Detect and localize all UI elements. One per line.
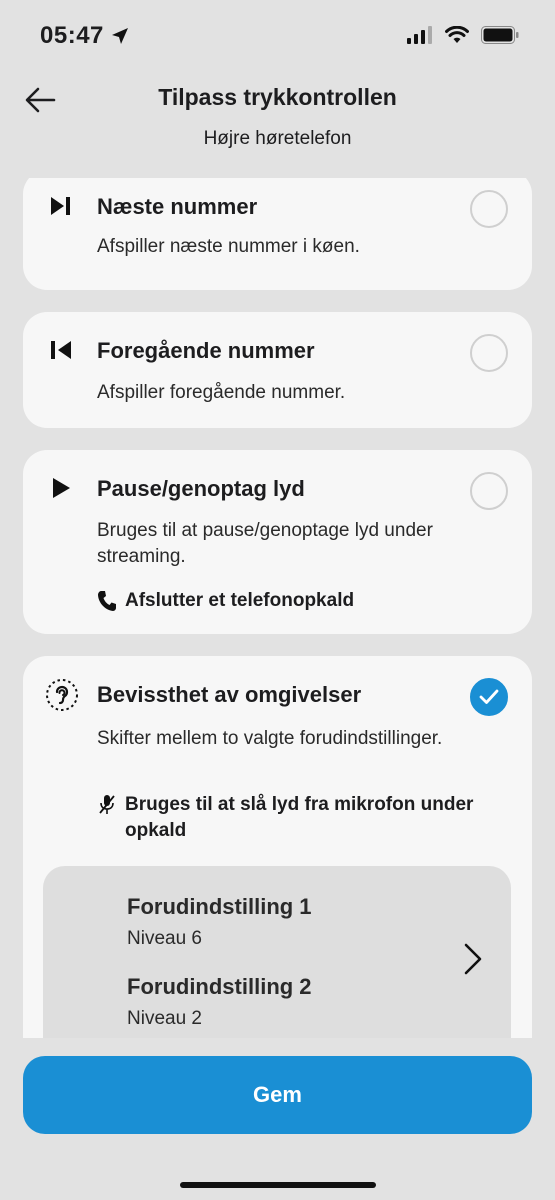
footer: Gem (0, 1038, 555, 1200)
phone-icon (98, 591, 116, 611)
options-list[interactable]: Næste nummer Afspiller næste nummer i kø… (0, 178, 555, 1038)
status-bar: 05:47 (0, 0, 555, 72)
option-card-previous-track[interactable]: Foregående nummer Afspiller foregående n… (23, 312, 532, 428)
preset-selector[interactable]: Forudindstilling 1 Niveau 6 Forudindstil… (43, 866, 511, 1038)
option-description: Bruges til at pause/genoptage lyd under … (97, 520, 433, 567)
status-icons (407, 26, 519, 44)
page-subtitle: Højre høretelefon (203, 128, 352, 149)
option-title: Pause/genoptag lyd (97, 476, 305, 501)
preset-1-level: Niveau 6 (127, 928, 202, 949)
next-track-icon (47, 192, 75, 220)
page-title: Tilpass trykkontrollen (158, 84, 397, 110)
option-description: Afspiller næste nummer i køen. (97, 236, 360, 257)
option-note: Bruges til at slå lyd fra mikrofon under… (97, 792, 497, 844)
chevron-right-icon (464, 943, 482, 975)
option-note: Afslutter et telefonopkald (97, 588, 497, 614)
header: Tilpass trykkontrollen Højre høretelefon (0, 72, 555, 172)
option-note-text: Bruges til at slå lyd fra mikrofon under… (125, 794, 474, 841)
radio-play-pause[interactable] (470, 472, 508, 510)
status-time: 05:47 (40, 22, 130, 50)
preset-2-level: Niveau 2 (127, 1008, 202, 1029)
wifi-icon (445, 26, 469, 43)
option-description: Skifter mellem to valgte forudindstillin… (97, 728, 443, 749)
option-description: Afspiller foregående nummer. (97, 382, 346, 403)
ambient-awareness-icon (45, 678, 79, 712)
option-title: Bevissthet av omgivelser (97, 682, 362, 707)
option-note-text: Afslutter et telefonopkald (125, 590, 355, 611)
preset-1-name: Forudindstilling 1 (127, 894, 312, 919)
option-title: Foregående nummer (97, 338, 315, 363)
status-time-text: 05:47 (40, 22, 104, 49)
play-icon (47, 474, 75, 502)
mic-off-icon (99, 795, 115, 814)
cellular-signal-icon (407, 26, 432, 44)
option-card-next-track[interactable]: Næste nummer Afspiller næste nummer i kø… (23, 178, 532, 290)
battery-icon (481, 26, 519, 44)
save-button[interactable]: Gem (23, 1056, 532, 1134)
option-title: Næste nummer (97, 194, 258, 219)
checkmark-icon (479, 689, 499, 704)
radio-ambient-awareness[interactable] (470, 678, 508, 716)
radio-previous-track[interactable] (470, 334, 508, 372)
location-arrow-icon (111, 28, 128, 44)
option-card-play-pause[interactable]: Pause/genoptag lyd Bruges til at pause/g… (23, 450, 532, 634)
home-indicator (180, 1182, 376, 1188)
option-card-ambient-awareness[interactable]: Bevissthet av omgivelser Skifter mellem … (23, 656, 532, 1038)
radio-next-track[interactable] (470, 190, 508, 228)
preset-2-name: Forudindstilling 2 (127, 974, 312, 999)
previous-track-icon (47, 336, 75, 364)
